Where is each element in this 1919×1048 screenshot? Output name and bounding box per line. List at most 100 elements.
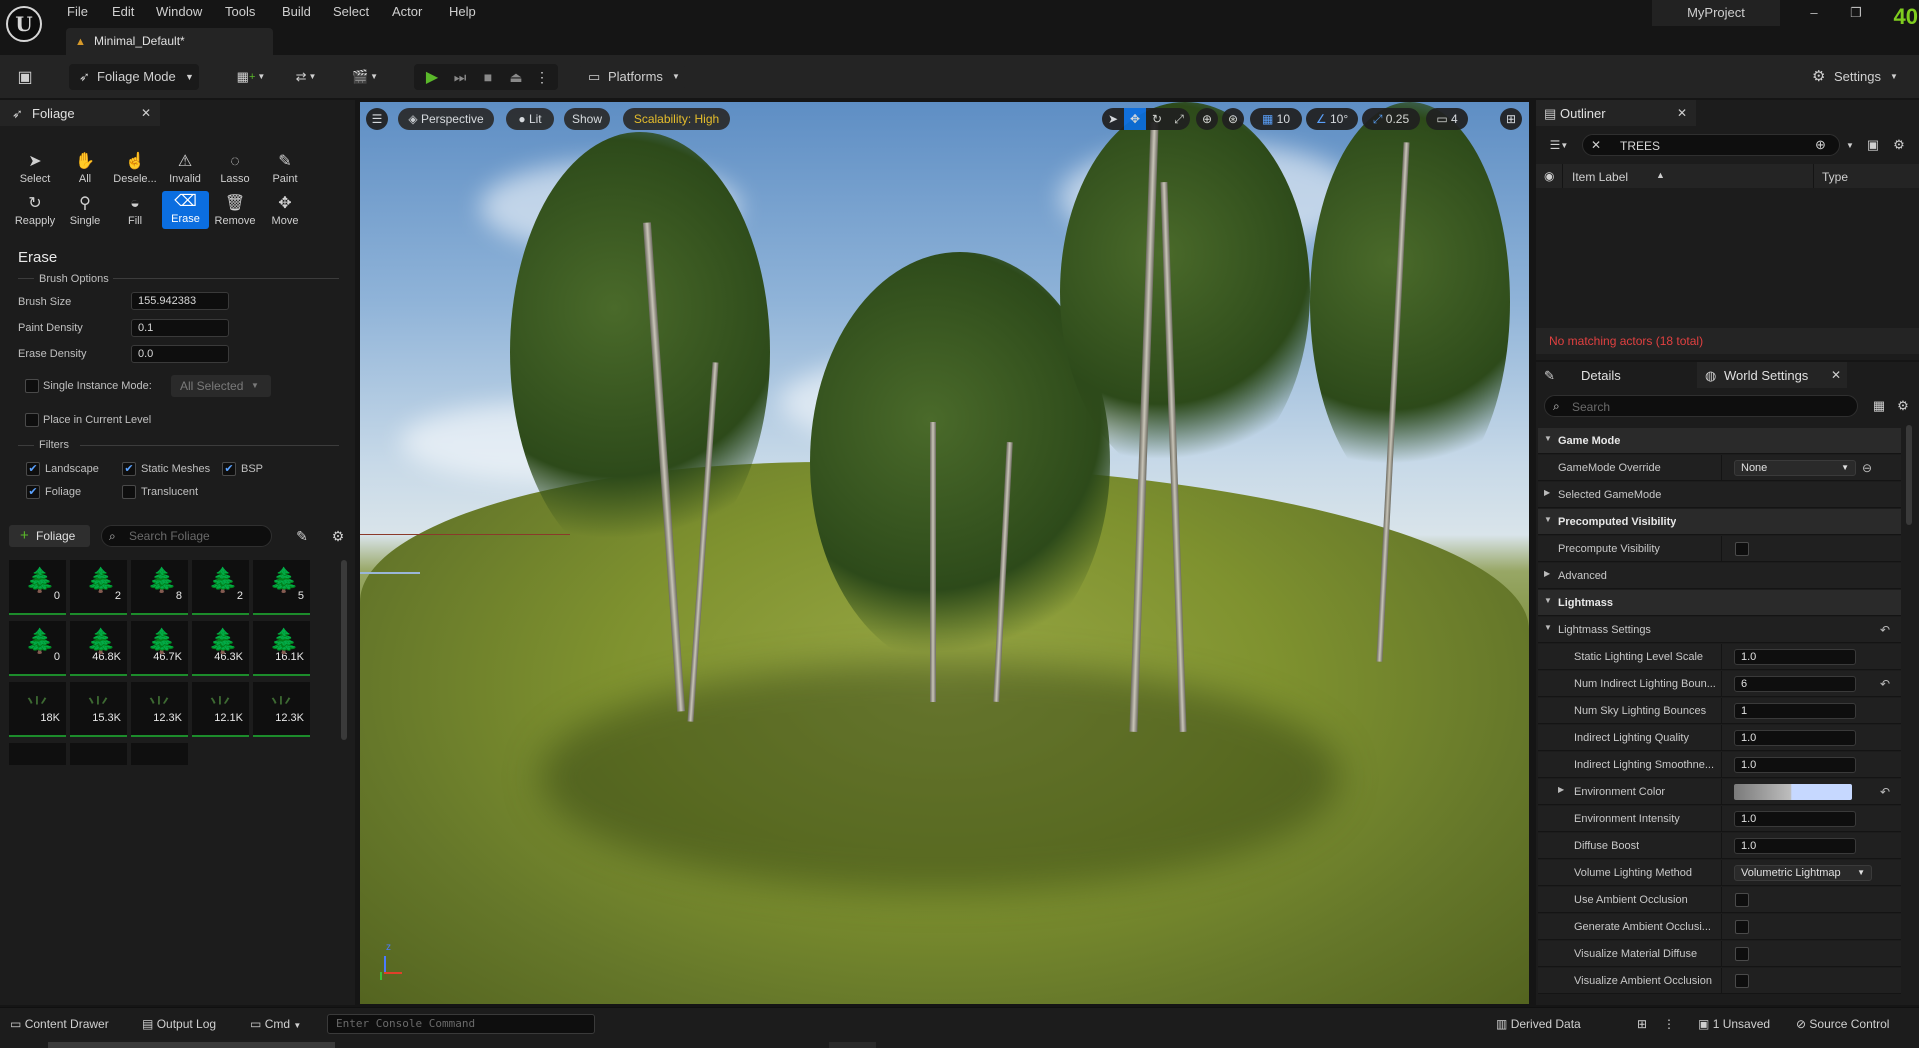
document-tab[interactable]: ▲ Minimal_Default*: [66, 28, 273, 55]
foliage-thumbnail[interactable]: 🌲 46.3K: [192, 621, 249, 676]
browse-icon[interactable]: ⊖: [1862, 461, 1872, 475]
grid-snap-button[interactable]: ▦ 10: [1250, 108, 1302, 130]
more-options-icon[interactable]: ⋮: [535, 67, 549, 87]
step-icon[interactable]: ⏭: [450, 67, 470, 87]
gear-icon[interactable]: ⚙: [1894, 397, 1912, 415]
menu-actor[interactable]: Actor: [392, 3, 422, 21]
level-viewport[interactable]: z ☰ ◈ Perspective ● Lit Show Scalability…: [360, 102, 1529, 1004]
expand-arrow-icon[interactable]: ▶: [1544, 569, 1550, 578]
foliage-thumbnail[interactable]: ⺌ 12.3K: [253, 682, 310, 737]
property-row[interactable]: Indirect Lighting Smoothne... 1.0: [1538, 752, 1901, 778]
lit-button[interactable]: ● Lit: [506, 108, 554, 130]
property-checkbox[interactable]: [1735, 947, 1749, 961]
property-row[interactable]: Precompute Visibility: [1538, 536, 1901, 562]
menu-tools[interactable]: Tools: [225, 3, 255, 21]
foliage-list-scrollbar[interactable]: [341, 560, 347, 740]
type-header[interactable]: Type: [1822, 170, 1848, 184]
thumbnail-partial[interactable]: [9, 743, 66, 765]
property-value-field[interactable]: 1.0: [1734, 730, 1856, 746]
source-control-button[interactable]: ⊘ Source Control: [1796, 1014, 1916, 1034]
property-row[interactable]: ▼ Lightmass: [1538, 590, 1901, 616]
property-row[interactable]: ▼ Lightmass Settings ↶: [1538, 617, 1901, 643]
tool-erase[interactable]: ⌫ Erase: [162, 191, 209, 229]
edit-icon[interactable]: ✎: [293, 527, 311, 545]
menu-window[interactable]: Window: [156, 3, 202, 21]
tool-fill[interactable]: ◒ Fill: [110, 193, 160, 233]
tool-paint[interactable]: ✎ Paint: [260, 151, 310, 191]
property-value-field[interactable]: 6: [1734, 676, 1856, 692]
reset-to-default-icon[interactable]: ↶: [1880, 623, 1890, 637]
unreal-logo-icon[interactable]: U: [6, 6, 42, 42]
filter-bsp-checkbox[interactable]: ✔: [222, 462, 236, 476]
outliner-search-input[interactable]: ✕ TREES ⊕: [1582, 134, 1840, 156]
stop-icon[interactable]: ■: [478, 67, 498, 87]
hamburger-icon[interactable]: ☰: [366, 108, 388, 130]
gear-icon[interactable]: ⚙: [329, 527, 347, 545]
add-filter-icon[interactable]: ⊕: [1815, 137, 1826, 153]
collapse-arrow-icon[interactable]: ▼: [1544, 623, 1552, 632]
layout-icon[interactable]: ⊞: [1500, 108, 1522, 130]
single-instance-checkbox[interactable]: [25, 379, 39, 393]
brush-size-field[interactable]: 155.942383: [131, 292, 229, 310]
eject-icon[interactable]: ⏏: [506, 67, 526, 87]
place-current-level-checkbox[interactable]: [25, 413, 39, 427]
settings-button[interactable]: ⚙ Settings ▼: [1812, 64, 1912, 90]
tool-select[interactable]: ➤ Select: [10, 151, 60, 191]
minimize-icon[interactable]: –: [1802, 5, 1826, 25]
color-swatch[interactable]: [1734, 784, 1852, 800]
details-tab[interactable]: ✎ Details: [1536, 362, 1696, 388]
tool-move[interactable]: ✥ Move: [260, 193, 310, 233]
reset-to-default-icon[interactable]: ↶: [1880, 677, 1890, 691]
foliage-thumbnail[interactable]: 🌲 0: [9, 621, 66, 676]
details-search-input[interactable]: ⌕ Search: [1544, 395, 1858, 417]
close-icon[interactable]: ✕: [1831, 368, 1841, 382]
menu-edit[interactable]: Edit: [112, 3, 134, 21]
foliage-thumbnail[interactable]: ⺌ 12.1K: [192, 682, 249, 737]
show-button[interactable]: Show: [564, 108, 610, 130]
thumbnail-partial[interactable]: [70, 743, 127, 765]
tool-invalid[interactable]: ⚠ Invalid: [160, 151, 210, 191]
tool-single[interactable]: ⚲ Single: [60, 193, 110, 233]
property-row[interactable]: GameMode Override None ▼ ⊖: [1538, 455, 1901, 481]
foliage-thumbnail[interactable]: 🌲 2: [192, 560, 249, 615]
thumbnail-partial[interactable]: [131, 743, 188, 765]
foliage-thumbnail[interactable]: 🌲 2: [70, 560, 127, 615]
expand-arrow-icon[interactable]: ▶: [1558, 785, 1564, 794]
visibility-eye-icon[interactable]: ◉: [1544, 169, 1554, 183]
foliage-thumbnail[interactable]: ⺌ 18K: [9, 682, 66, 737]
foliage-thumbnail[interactable]: ⺌ 15.3K: [70, 682, 127, 737]
tool-deselect[interactable]: ☝ Desele...: [110, 151, 160, 191]
outliner-tab[interactable]: ▤ Outliner ✕: [1536, 100, 1696, 126]
add-folder-icon[interactable]: ▣: [1864, 136, 1882, 154]
property-value-field[interactable]: 1: [1734, 703, 1856, 719]
property-dropdown[interactable]: None ▼: [1734, 460, 1856, 476]
derived-data-button[interactable]: ▥ Derived Data: [1496, 1014, 1606, 1034]
details-scrollbar[interactable]: [1906, 425, 1912, 525]
foliage-thumbnail[interactable]: 🌲 5: [253, 560, 310, 615]
filter-translucent-checkbox[interactable]: [122, 485, 136, 499]
select-mode-icon[interactable]: ➤: [1102, 108, 1124, 130]
add-actor-icon[interactable]: ▦ + ▼: [232, 64, 270, 90]
property-row[interactable]: Volume Lighting Method Volumetric Lightma…: [1538, 860, 1901, 886]
property-value-field[interactable]: 1.0: [1734, 649, 1856, 665]
chevron-down-icon[interactable]: ▼: [1844, 136, 1856, 154]
expand-arrow-icon[interactable]: ▶: [1544, 488, 1550, 497]
collapse-arrow-icon[interactable]: ▼: [1544, 434, 1552, 443]
gear-icon[interactable]: ⚙: [1890, 136, 1908, 154]
property-row[interactable]: Use Ambient Occlusion: [1538, 887, 1901, 913]
menu-help[interactable]: Help: [449, 3, 476, 21]
property-checkbox[interactable]: [1735, 920, 1749, 934]
property-row[interactable]: Generate Ambient Occlusi...: [1538, 914, 1901, 940]
scale-snap-button[interactable]: ⤢ 0.25: [1362, 108, 1420, 130]
scale-icon[interactable]: ⤢: [1168, 108, 1190, 130]
menu-select[interactable]: Select: [333, 3, 369, 21]
property-row[interactable]: ▶ Advanced: [1538, 563, 1901, 589]
table-view-icon[interactable]: ▦: [1870, 397, 1888, 415]
surface-snap-icon[interactable]: ⊛: [1222, 108, 1244, 130]
scroll-thumb[interactable]: [829, 1042, 876, 1048]
restore-icon[interactable]: ❐: [1844, 5, 1868, 25]
rotation-snap-button[interactable]: ∠ 10°: [1306, 108, 1358, 130]
property-row[interactable]: ▼ Game Mode: [1538, 428, 1901, 454]
close-icon[interactable]: ✕: [141, 106, 151, 120]
menu-build[interactable]: Build: [282, 3, 311, 21]
